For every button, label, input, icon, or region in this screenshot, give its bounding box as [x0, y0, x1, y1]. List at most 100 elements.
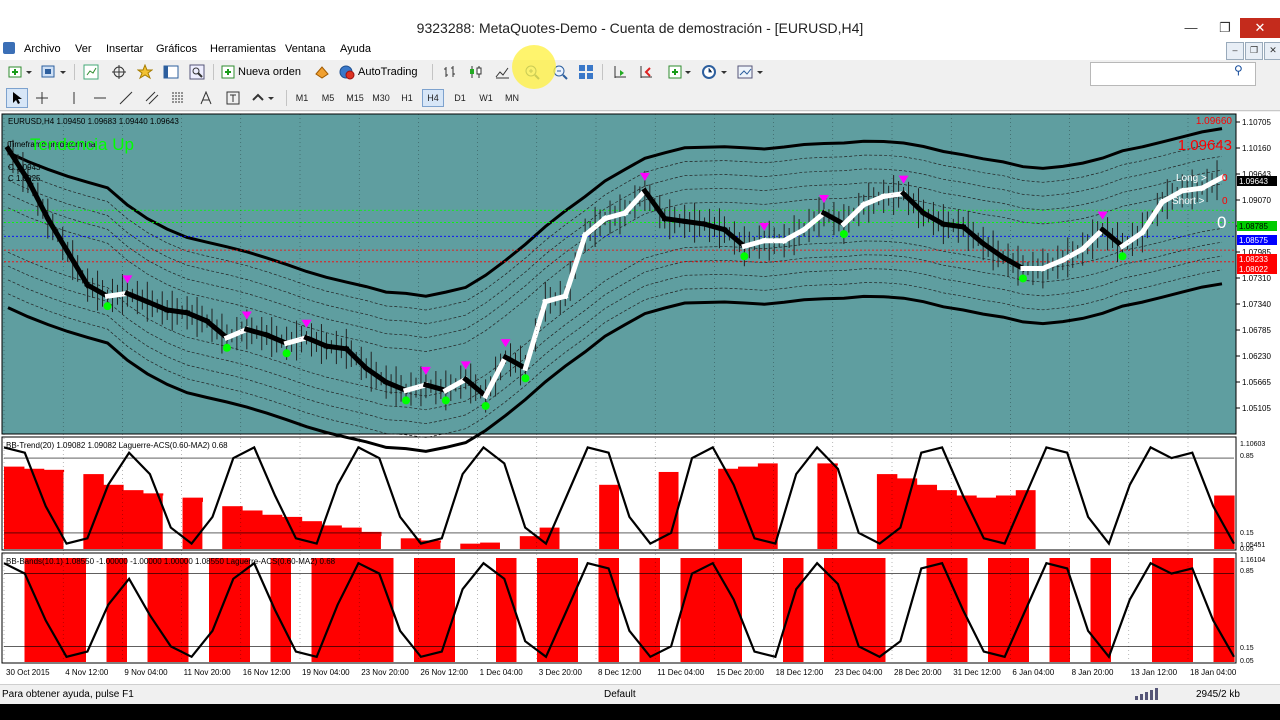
fibonacci-button[interactable] — [168, 88, 188, 108]
status-help-text: Para obtener ayuda, pulse F1 — [2, 689, 134, 700]
menu-graficos[interactable]: Gráficos — [156, 43, 197, 55]
sub-axis-label: 1.16104 — [1240, 557, 1265, 564]
bb-trend-title: BB-Trend(20) 1.09082 1.09082 Laguerre-AC… — [6, 441, 228, 450]
menu-herramientas[interactable]: Herramientas — [210, 43, 276, 55]
new-order-button[interactable]: Nueva orden — [220, 62, 308, 82]
profiles-button[interactable] — [38, 62, 70, 82]
maximize-button[interactable]: ❐ — [1210, 18, 1240, 38]
menu-ayuda[interactable]: Ayuda — [340, 43, 371, 55]
y-tick-label: 1.09070 — [1242, 196, 1271, 205]
x-tick-label: 3 Dec 20:00 — [539, 668, 583, 677]
text-label-button[interactable] — [222, 88, 244, 108]
mdi-close-button[interactable]: ✕ — [1264, 42, 1280, 60]
arrows-button[interactable] — [250, 88, 278, 108]
bb-trend-histogram-bar — [916, 484, 938, 549]
menu-insertar[interactable]: Insertar — [106, 43, 143, 55]
text-tool-icon — [200, 91, 212, 105]
x-tick-label: 15 Dec 20:00 — [716, 668, 764, 677]
text-button[interactable] — [196, 88, 216, 108]
bb-bands-layer — [3, 558, 1235, 662]
timeframe-w1[interactable]: W1 — [475, 89, 497, 107]
buy-marker — [282, 349, 291, 358]
market-watch-button[interactable] — [80, 62, 102, 82]
sub-axis-label: 0.15 — [1240, 530, 1254, 537]
buy-marker — [402, 396, 411, 405]
channel-button[interactable] — [142, 88, 162, 108]
mdi-minimize-button[interactable]: – — [1226, 42, 1244, 60]
bb-trend-histogram-bar — [1055, 482, 1076, 549]
y-tick-label: 1.10705 — [1242, 118, 1271, 127]
chart-area[interactable]: 30 Oct 2015 4 Nov 12:00 9 Nov 04:00 11 Nov … — [0, 112, 1280, 684]
y-tick-label: 1.05105 — [1242, 404, 1271, 413]
bb-trend-histogram-bar — [499, 540, 521, 549]
candlestick-button[interactable] — [466, 62, 486, 82]
horizontal-line-icon — [94, 97, 106, 99]
trendline-button[interactable] — [116, 88, 136, 108]
mdi-restore-button[interactable]: ❐ — [1245, 42, 1263, 60]
bb-trend-histogram-bar — [380, 536, 402, 549]
bb-trend-histogram-bar — [123, 490, 144, 549]
cursor-button[interactable] — [6, 88, 28, 108]
long-value: 0 — [1222, 173, 1228, 184]
navigator-button[interactable] — [134, 62, 156, 82]
timeframe-m1[interactable]: M1 — [291, 89, 313, 107]
bar-chart-icon — [444, 66, 455, 77]
text-label-icon — [226, 91, 240, 105]
new-chart-button[interactable] — [6, 62, 34, 82]
bar-chart-button[interactable] — [440, 62, 460, 82]
bb-trend-histogram-bar — [579, 495, 600, 549]
close-button[interactable]: ✕ — [1240, 18, 1280, 38]
templates-button[interactable] — [736, 62, 766, 82]
app-icon[interactable] — [3, 42, 15, 54]
timeframe-mn[interactable]: MN — [501, 89, 523, 107]
menu-archivo[interactable]: Archivo — [24, 43, 61, 55]
chart-shift-button[interactable] — [610, 62, 630, 82]
autoscroll-button[interactable] — [636, 62, 656, 82]
tile-windows-button[interactable] — [576, 62, 596, 82]
new-chart-icon — [8, 66, 32, 78]
y-tick-label: 1.07310 — [1242, 274, 1271, 283]
terminal-button[interactable] — [160, 62, 182, 82]
timeframe-d1[interactable]: D1 — [449, 89, 471, 107]
x-tick-label: 23 Dec 04:00 — [835, 668, 883, 677]
line-chart-icon — [495, 67, 509, 79]
bb-trend-histogram-bar — [4, 466, 25, 549]
buy-marker — [1018, 274, 1027, 283]
line-chart-button[interactable] — [492, 62, 512, 82]
buy-marker — [481, 401, 490, 410]
channel-icon — [145, 91, 159, 105]
bb-trend-histogram-bar — [1174, 491, 1195, 549]
tester-icon — [189, 64, 205, 80]
bb-trend-histogram-bar — [1134, 486, 1156, 549]
horizontal-line-button[interactable] — [90, 88, 110, 108]
search-input[interactable] — [1090, 62, 1256, 86]
main-chart-panel[interactable] — [1, 113, 1237, 435]
x-tick-label: 8 Dec 12:00 — [598, 668, 642, 677]
navigator-icon — [137, 64, 153, 80]
timeframe-m30[interactable]: M30 — [370, 89, 392, 107]
indicators-button[interactable] — [666, 62, 694, 82]
vertical-line-button[interactable] — [64, 88, 84, 108]
autotrading-button[interactable]: AutoTrading — [338, 62, 424, 82]
mouse-highlight — [512, 45, 556, 89]
timeframe-h1[interactable]: H1 — [396, 89, 418, 107]
crosshair-button[interactable] — [32, 88, 52, 108]
data-window-button[interactable] — [108, 62, 130, 82]
bottom-strip — [0, 704, 1280, 720]
toolbar-separator — [74, 64, 75, 80]
vertical-line-icon — [73, 92, 75, 104]
periods-button[interactable] — [700, 62, 730, 82]
menu-ventana[interactable]: Ventana — [285, 43, 325, 55]
strategy-tester-button[interactable] — [186, 62, 208, 82]
buy-marker — [740, 252, 749, 261]
timeframe-m15[interactable]: M15 — [344, 89, 366, 107]
minimize-button[interactable]: — — [1176, 18, 1206, 38]
timeframe-h4[interactable]: H4 — [422, 89, 444, 107]
search-icon[interactable]: ⚲ — [1234, 63, 1243, 77]
metaeditor-button[interactable] — [312, 62, 332, 82]
menu-ver[interactable]: Ver — [75, 43, 92, 55]
timeframe-m5[interactable]: M5 — [317, 89, 339, 107]
price-label-text: 1.08785 — [1239, 222, 1268, 231]
sub-axis-label: 0.15 — [1240, 645, 1254, 652]
metaeditor-icon — [315, 66, 329, 79]
